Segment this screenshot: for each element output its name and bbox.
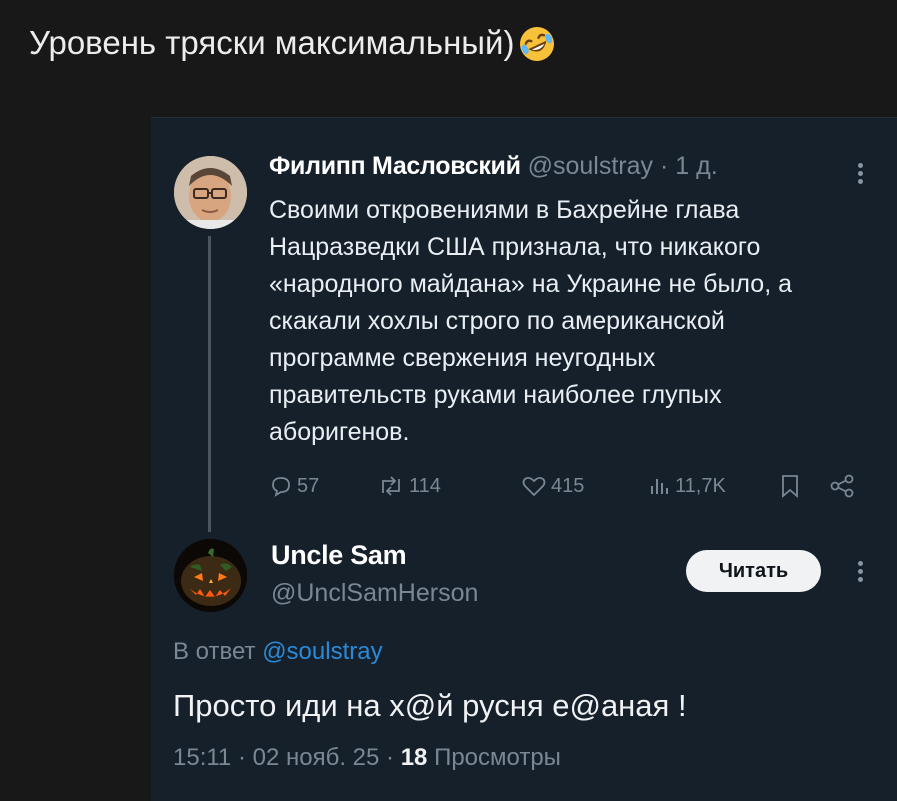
tweet-text-line: правительств руками наиболее глупых	[269, 381, 722, 409]
tweet-text-line: программе свержения неугодных	[269, 344, 656, 372]
share-button[interactable]	[829, 470, 859, 502]
tweet-screenshot: Филипп Масловский @soulstray · 1 д. Свои…	[151, 117, 897, 801]
reply-views-count: 18	[400, 744, 428, 771]
replying-to-label: В ответ @soulstray	[173, 636, 383, 668]
views-button[interactable]: 11,7K	[647, 470, 726, 502]
reply-prefix: В ответ	[173, 638, 256, 665]
follow-button[interactable]: Читать	[686, 550, 821, 592]
tweet-text-line: скакали хохлы строго по американской	[269, 307, 725, 335]
reply-author-handle[interactable]: @UnclSamHerson	[271, 576, 478, 610]
tweet-text-line: Своими откровениями в Бахрейне глава	[269, 196, 740, 224]
thread-connector-line	[208, 236, 211, 532]
tweet-text-line: аборигенов.	[269, 418, 410, 446]
heart-icon	[522, 476, 546, 497]
post-caption: Уровень тряски максимальный)	[29, 20, 557, 66]
like-count: 415	[551, 474, 585, 497]
retweet-count: 114	[409, 474, 441, 497]
reply-icon	[272, 477, 290, 497]
tweet-actions: 57 114 415 11,7K	[269, 470, 859, 502]
retweet-icon	[382, 476, 400, 496]
reply-timestamp[interactable]: 15:11 · 02 нояб. 25 ·	[173, 744, 394, 771]
reply-views-label: Просмотры	[434, 744, 561, 771]
share-icon	[830, 474, 854, 498]
jack-o-lantern-icon	[174, 539, 247, 612]
bookmark-button[interactable]	[779, 470, 805, 502]
tweet-header: Филипп Масловский @soulstray · 1 д.	[269, 150, 718, 182]
reply-author-avatar[interactable]	[174, 539, 247, 612]
like-button[interactable]: 415	[521, 470, 584, 502]
retweet-button[interactable]: 114	[377, 470, 441, 502]
reply-button[interactable]: 57	[269, 470, 319, 502]
reply-author-name[interactable]: Uncle Sam	[271, 538, 407, 572]
more-options-icon[interactable]	[858, 160, 863, 187]
tweet-text-line: Нацразведки США признала, что никакого	[269, 233, 761, 261]
author-handle[interactable]: @soulstray	[528, 152, 653, 180]
views-count: 11,7K	[675, 474, 726, 497]
tweet-text-line: «народного майдана» на Украине не было, …	[269, 270, 792, 298]
author-name[interactable]: Филипп Масловский	[269, 152, 521, 180]
tweet-body: Своими откровениями в Бахрейне глава Нац…	[269, 192, 869, 451]
author-avatar[interactable]	[174, 156, 247, 229]
analytics-icon	[651, 479, 668, 494]
laughing-emoji-icon	[520, 27, 555, 61]
reply-meta: 15:11 · 02 нояб. 25 · 18 Просмотры	[173, 741, 561, 775]
caption-text: Уровень тряски максимальный)	[29, 24, 515, 61]
reply-count: 57	[297, 474, 320, 497]
reply-more-options-icon[interactable]	[858, 558, 863, 585]
tweet-time-ago[interactable]: · 1 д.	[660, 152, 718, 180]
reply-tweet-text: Просто иди на х@й русня е@аная !	[173, 688, 687, 723]
bookmark-icon	[782, 475, 798, 498]
reply-to-handle-link[interactable]: @soulstray	[262, 638, 382, 665]
person-photo-icon	[174, 156, 247, 229]
